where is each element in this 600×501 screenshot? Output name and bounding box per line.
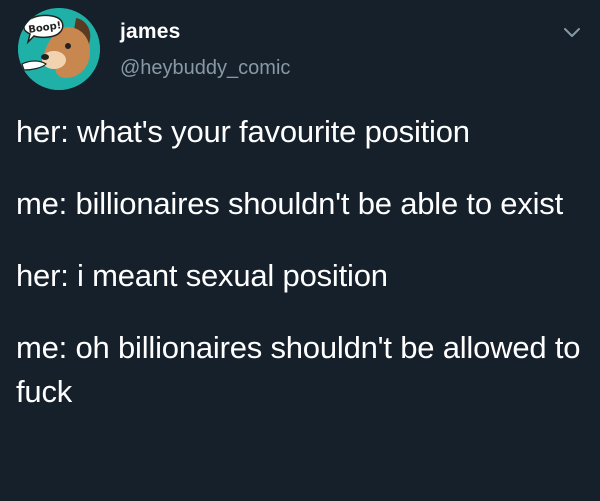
chevron-down-icon[interactable]	[562, 26, 582, 40]
dog-avatar-icon: Boop!	[18, 8, 100, 90]
tweet[interactable]: Boop! james @heybuddy_comic her: what's …	[0, 0, 600, 501]
tweet-line: her: i meant sexual position	[16, 258, 388, 293]
avatar[interactable]: Boop!	[18, 8, 100, 90]
author-handle[interactable]: @heybuddy_comic	[120, 56, 290, 80]
author-display-name[interactable]: james	[120, 20, 290, 44]
tweet-header: Boop! james @heybuddy_comic	[18, 8, 582, 92]
tweet-text: her: what's your favourite position me: …	[16, 110, 586, 442]
author-names: james @heybuddy_comic	[120, 20, 290, 80]
tweet-line: her: what's your favourite position	[16, 114, 470, 149]
tweet-line: me: billionaires shouldn't be able to ex…	[16, 186, 564, 221]
tweet-line: me: oh billionaires shouldn't be allowed…	[16, 330, 589, 409]
